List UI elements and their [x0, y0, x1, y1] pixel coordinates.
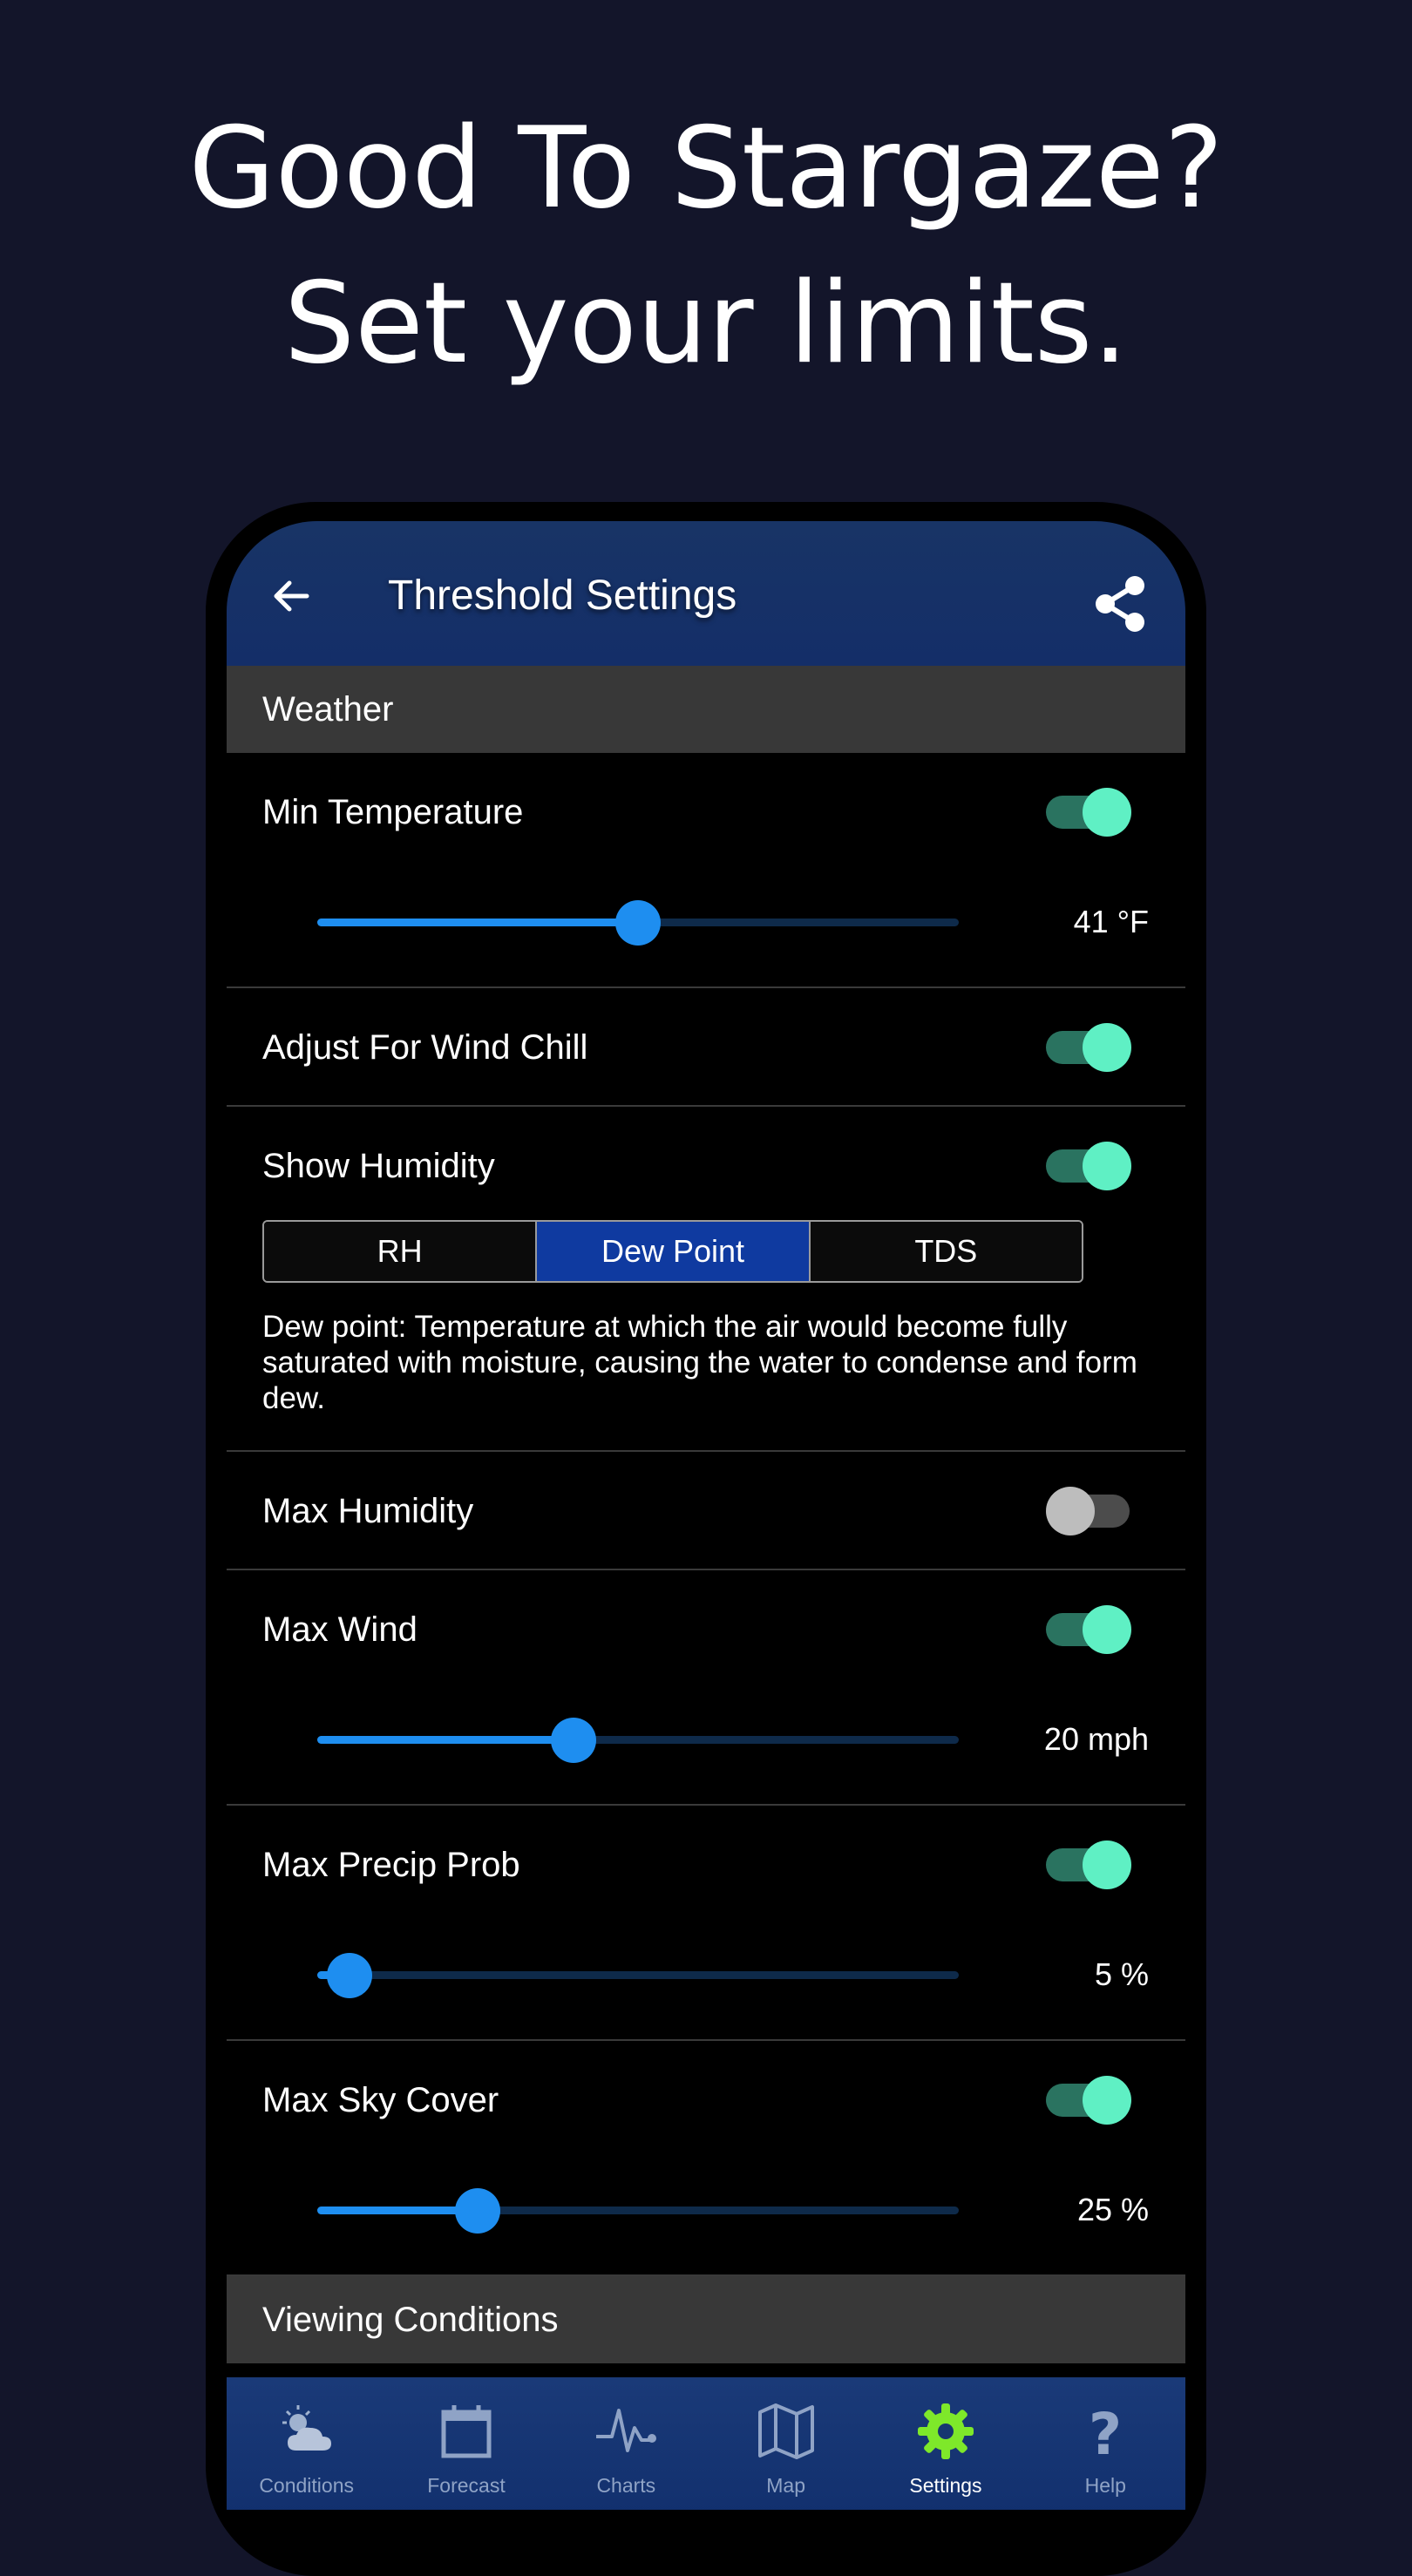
- nav-label: Map: [766, 2474, 806, 2497]
- setting-label: Max Wind: [262, 1610, 417, 1649]
- slider-thumb[interactable]: [615, 900, 661, 946]
- segment-rh[interactable]: RH: [264, 1222, 538, 1281]
- map-icon: [757, 2403, 814, 2459]
- section-title: Weather: [262, 690, 394, 729]
- segment-dew-point[interactable]: Dew Point: [537, 1222, 811, 1281]
- nav-map[interactable]: Map: [706, 2377, 866, 2510]
- nav-forecast[interactable]: Forecast: [386, 2377, 546, 2510]
- section-header-viewing-conditions: Viewing Conditions: [227, 2276, 1185, 2363]
- bottom-navigation: Conditions Forecast Charts Map Settings …: [227, 2377, 1185, 2510]
- nav-label: Settings: [909, 2474, 982, 2497]
- slider-value: 25 %: [1076, 2192, 1149, 2227]
- max-precip-toggle[interactable]: [1046, 1840, 1131, 1889]
- nav-label: Charts: [596, 2474, 656, 2497]
- show-humidity-toggle[interactable]: [1046, 1142, 1131, 1190]
- gear-icon: [917, 2403, 974, 2459]
- cloud-sun-icon: [282, 2405, 331, 2451]
- min-temperature-slider[interactable]: [317, 896, 959, 948]
- setting-show-humidity: Show Humidity RH Dew Point TDS Dew point…: [227, 1107, 1185, 1452]
- max-sky-cover-slider[interactable]: [317, 2184, 959, 2236]
- wind-chill-toggle[interactable]: [1046, 1023, 1131, 1072]
- slider-value: 41 °F: [1073, 904, 1149, 939]
- setting-label: Max Sky Cover: [262, 2081, 499, 2119]
- setting-label: Show Humidity: [262, 1147, 495, 1185]
- section-title: Viewing Conditions: [262, 2301, 559, 2339]
- headline: Good To Stargaze? Set your limits.: [0, 92, 1412, 402]
- calendar-icon: [441, 2405, 492, 2458]
- humidity-description: Dew point: Temperature at which the air …: [262, 1310, 1137, 1415]
- section-header-weather: Weather: [227, 666, 1185, 753]
- max-wind-slider[interactable]: [317, 1713, 959, 1766]
- headline-line-1: Good To Stargaze?: [188, 104, 1224, 234]
- setting-label: Adjust For Wind Chill: [262, 1028, 588, 1067]
- humidity-type-selector: RH Dew Point TDS: [262, 1220, 1083, 1283]
- svg-text:?: ?: [1089, 2401, 1122, 2466]
- setting-max-humidity: Max Humidity: [227, 1452, 1185, 1570]
- nav-settings[interactable]: Settings: [866, 2377, 1025, 2510]
- page-title: Threshold Settings: [388, 573, 737, 619]
- slider-thumb[interactable]: [551, 1718, 597, 1763]
- setting-label: Min Temperature: [262, 793, 524, 831]
- slider-value: 5 %: [1094, 1956, 1149, 1992]
- setting-wind-chill: Adjust For Wind Chill: [227, 988, 1185, 1107]
- setting-label: Max Precip Prob: [262, 1846, 520, 1884]
- phone-screen: Threshold Settings Weather Min Temperatu…: [227, 521, 1185, 2510]
- max-humidity-toggle[interactable]: [1046, 1487, 1131, 1535]
- min-temperature-toggle[interactable]: [1046, 788, 1131, 837]
- max-precip-slider[interactable]: [317, 1949, 959, 2001]
- setting-min-temperature: Min Temperature 41 °F: [227, 753, 1185, 988]
- segment-tds[interactable]: TDS: [810, 1222, 1082, 1281]
- app-bar: Threshold Settings: [227, 521, 1185, 666]
- nav-help[interactable]: ? Help: [1026, 2377, 1185, 2510]
- slider-thumb[interactable]: [326, 1953, 372, 1998]
- pulse-chart-icon: [596, 2409, 657, 2452]
- nav-charts[interactable]: Charts: [546, 2377, 706, 2510]
- slider-value: 20 mph: [1043, 1721, 1149, 1757]
- nav-conditions[interactable]: Conditions: [227, 2377, 386, 2510]
- share-icon[interactable]: [1090, 573, 1151, 634]
- max-sky-cover-toggle[interactable]: [1046, 2076, 1131, 2125]
- setting-max-wind: Max Wind 20 mph: [227, 1570, 1185, 1806]
- setting-label: Max Humidity: [262, 1492, 474, 1530]
- setting-max-precip: Max Precip Prob 5 %: [227, 1806, 1185, 2041]
- headline-line-2: Set your limits.: [283, 259, 1129, 389]
- nav-label: Conditions: [259, 2474, 354, 2497]
- question-icon: ?: [1089, 2401, 1122, 2466]
- slider-thumb[interactable]: [455, 2188, 500, 2234]
- nav-label: Help: [1084, 2474, 1126, 2497]
- setting-max-sky-cover: Max Sky Cover 25 %: [227, 2041, 1185, 2276]
- arrow-left-icon[interactable]: [265, 570, 317, 622]
- max-wind-toggle[interactable]: [1046, 1605, 1131, 1654]
- nav-label: Forecast: [427, 2474, 506, 2497]
